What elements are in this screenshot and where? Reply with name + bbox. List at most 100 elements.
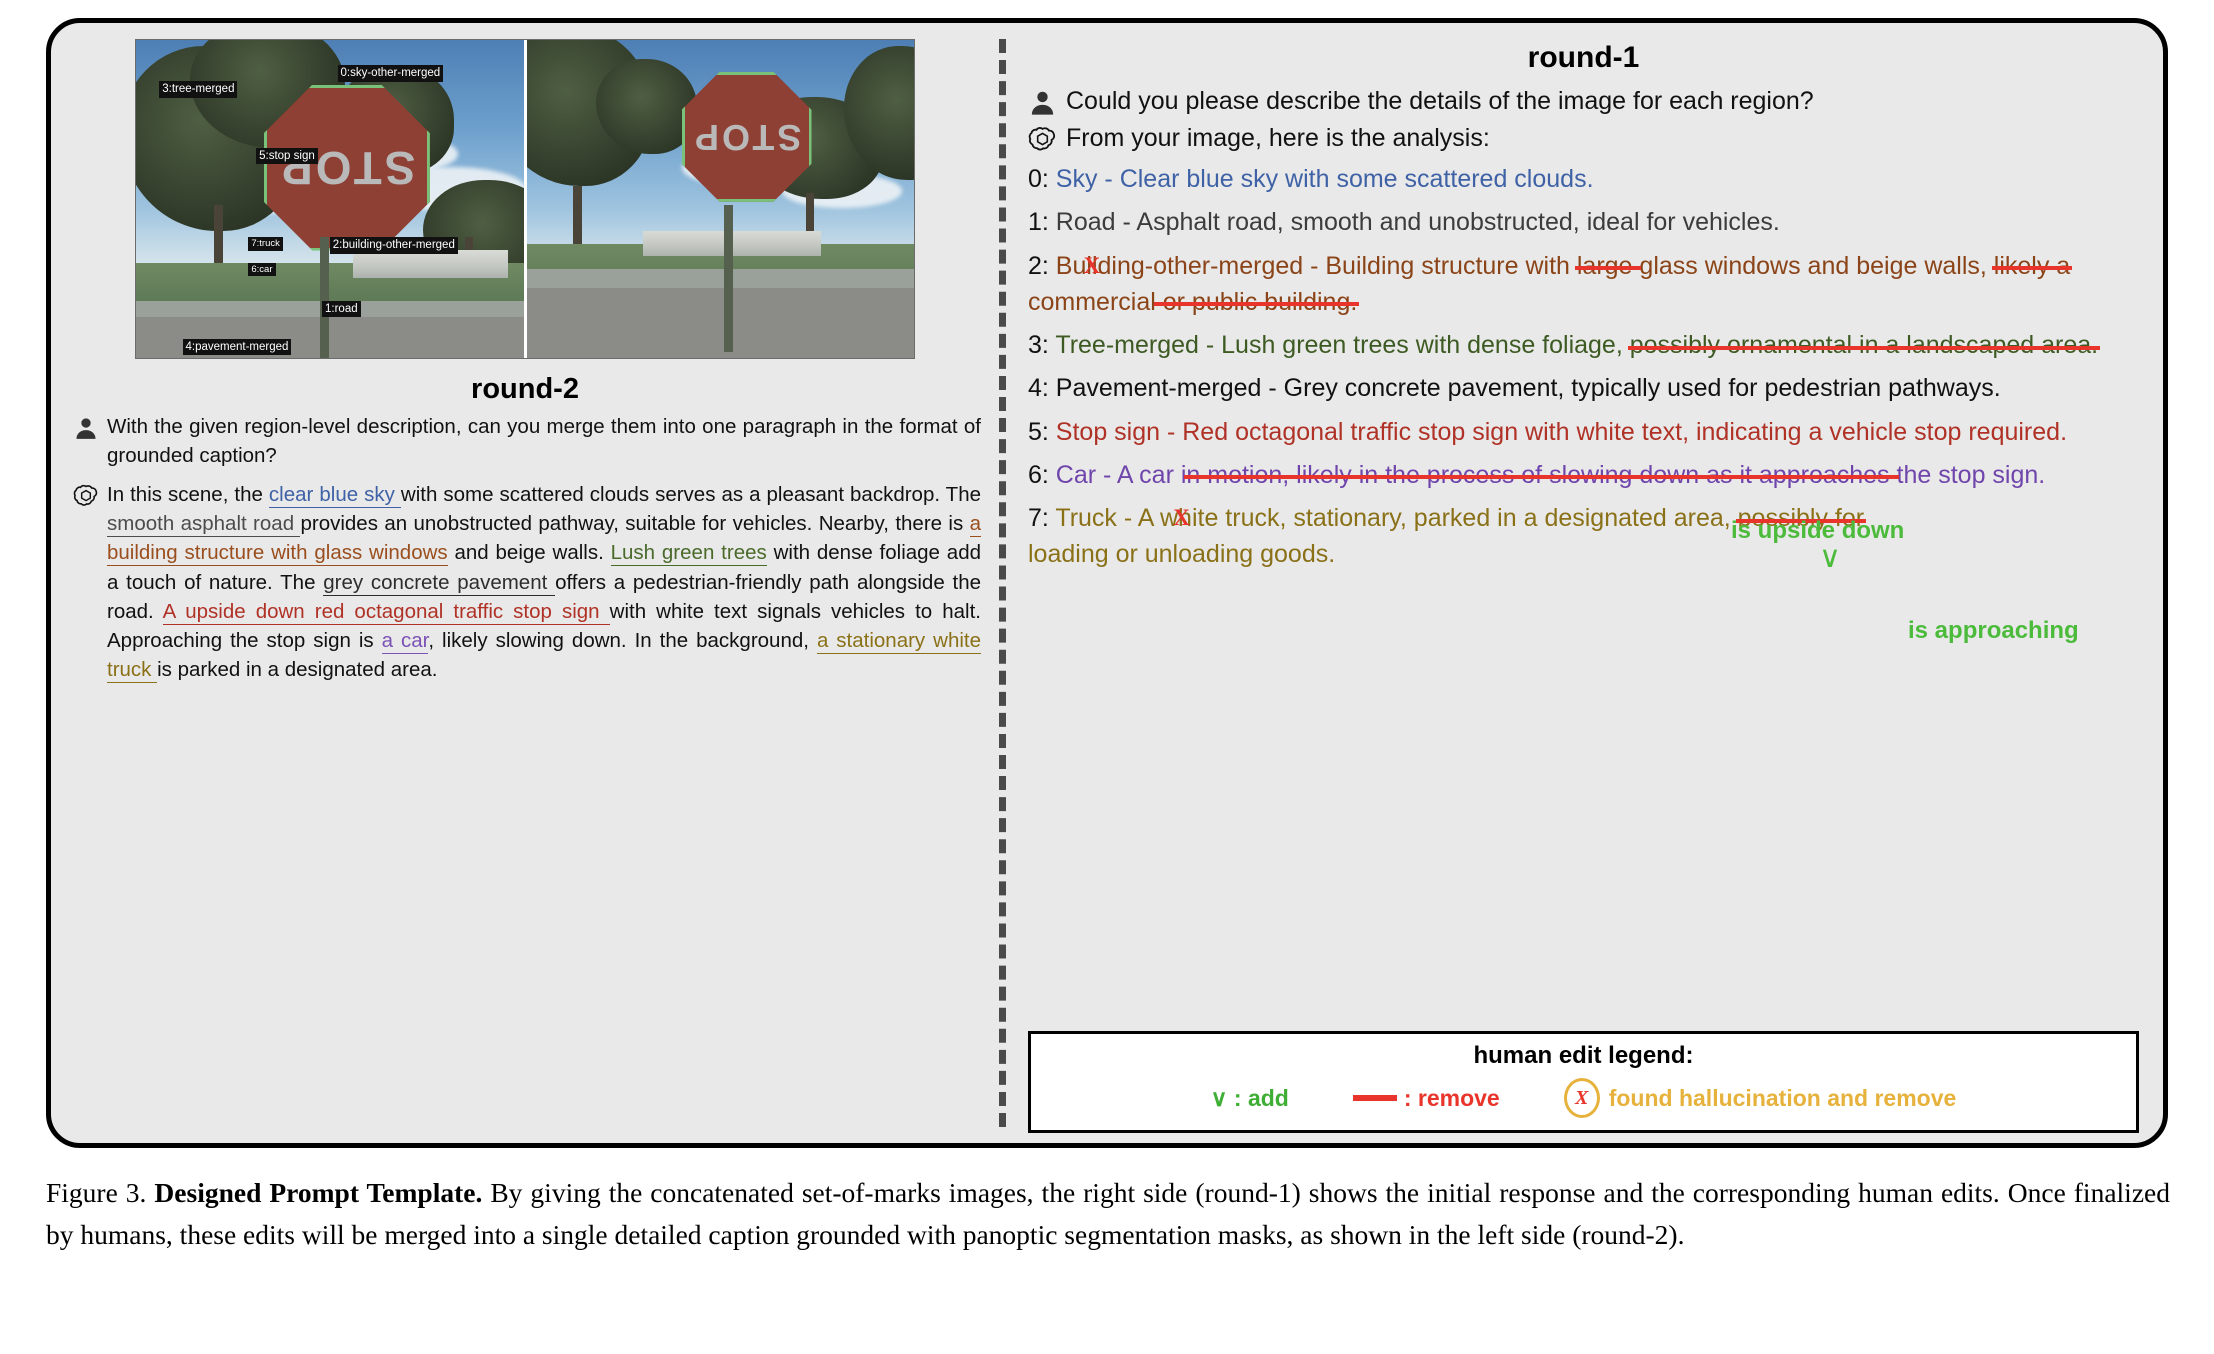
grounded-phrase: smooth asphalt road: [107, 512, 301, 538]
caption-text: is parked in a designated area.: [157, 657, 438, 681]
openai-logo-icon: [73, 485, 98, 507]
figure-caption: Figure 3. Designed Prompt Template. By g…: [46, 1172, 2170, 1256]
caption-text: and beige walls.: [447, 541, 611, 565]
removed-text: large: [1576, 251, 1640, 280]
som-label-building: 2:building-other-merged: [329, 237, 458, 254]
round2-grounded-caption: In this scene, the clear blue sky with s…: [107, 480, 982, 684]
panel-divider: [999, 39, 1006, 1127]
figure-bold-title: Designed Prompt Template.: [154, 1177, 483, 1208]
round1-user-text: Could you please describe the details of…: [1066, 87, 1814, 115]
region-index: 5:: [1028, 417, 1049, 446]
region-item: 4: Pavement-merged - Grey concrete pavem…: [1028, 370, 2139, 406]
round2-assistant-message: In this scene, the clear blue sky with s…: [61, 480, 989, 684]
stop-sign-plain: STOP: [681, 71, 812, 202]
som-label-car: 6:car: [248, 262, 276, 277]
caption-text: with some scattered clouds serves as a p…: [400, 483, 982, 507]
region-item: 0: Sky - Clear blue sky with some scatte…: [1028, 161, 2139, 197]
region-item: 5: Stop sign - Red octagonal traffic sto…: [1028, 414, 2139, 450]
som-image-plain: STOP: [523, 40, 914, 358]
som-label-stopsign: 5:stop sign: [256, 148, 318, 165]
round1-user-message: Could you please describe the details of…: [1028, 85, 2139, 118]
removed-text: n motion, likely in the process of slowi…: [1186, 460, 1897, 489]
prompt-template-card: STOP 3:tree-merged 0:sky-other-merged 5:…: [46, 18, 2168, 1148]
region-text: Tree-merged - Lush green trees with dens…: [1049, 331, 2098, 359]
legend-title: human edit legend:: [1473, 1042, 1694, 1069]
region-item: 1: Road - Asphalt road, smooth and unobs…: [1028, 204, 2139, 240]
region-description-list: 0: Sky - Clear blue sky with some scatte…: [1014, 161, 2139, 582]
round2-title: round-2: [471, 373, 579, 405]
legend-hallucination-entry: X found hallucination and remove: [1563, 1078, 1956, 1118]
caption-text: provides an unobstructed pathway, suitab…: [300, 512, 970, 536]
region-index: 1:: [1028, 208, 1049, 237]
caption-text: , likely slowing down. In the background…: [428, 628, 817, 652]
region-index: 3:: [1028, 331, 1049, 359]
region-item: 7: Truck - A white truck, stationary, pa…: [1014, 500, 2139, 582]
user-avatar-icon: [76, 418, 96, 439]
openai-logo-icon: [1028, 126, 1056, 150]
left-panel-round2: STOP 3:tree-merged 0:sky-other-merged 5:…: [51, 23, 999, 1143]
round1-assistant-text: From your image, here is the analysis:: [1066, 123, 1490, 152]
region-segment: Car - A car i: [1048, 460, 1187, 489]
user-avatar-icon: [1031, 91, 1054, 115]
region-segment: the stop sign.: [1896, 460, 2046, 489]
removed-text: likely a: [1993, 251, 2071, 280]
legend-add-entry: ∨ : add: [1210, 1084, 1289, 1111]
region-segment: Sky - Clear blue sky with some scattered…: [1048, 165, 1594, 193]
region-segment: Truck - A white truck, stationary, parke…: [1048, 504, 1738, 532]
region-text: Stop sign - Red octagonal traffic stop s…: [1049, 418, 2067, 446]
addition-is-approaching: is approaching: [1908, 617, 2079, 644]
x-circle-icon: X: [1563, 1078, 1600, 1118]
som-image-front: STOP 3:tree-merged 0:sky-other-merged 5:…: [136, 40, 524, 358]
hallucination-x-icon: X: [1173, 505, 1190, 531]
hallucination-ellipse: loading or unloading goods. X: [1014, 506, 1349, 582]
som-label-tree: 3:tree-merged: [159, 81, 238, 98]
round2-user-text: With the given region-level description,…: [107, 415, 981, 468]
grounded-phrase: A upside down red octagonal traffic stop…: [162, 599, 610, 625]
human-edit-legend: human edit legend: ∨ : add : remove X fo…: [1028, 1031, 2139, 1133]
region-segment: Tree-merged - Lush green trees with dens…: [1048, 331, 1630, 359]
right-panel-round1: round-1 Could you please describe the de…: [1006, 23, 2163, 1143]
round1-title: round-1: [1527, 41, 1640, 74]
hallucination-ellipse: commercial X: [1015, 254, 1169, 330]
region-segment: Road - Asphalt road, smooth and unobstru…: [1048, 208, 1780, 237]
round1-assistant-intro: From your image, here is the analysis:: [1028, 122, 2139, 155]
region-index: 6:: [1028, 460, 1049, 489]
region-item: 3: Tree-merged - Lush green trees with d…: [1028, 327, 2139, 363]
removed-text: or public building.: [1155, 287, 1358, 316]
set-of-marks-images: STOP 3:tree-merged 0:sky-other-merged 5:…: [135, 39, 915, 359]
region-text: Pavement-merged - Grey concrete pavement…: [1049, 374, 2001, 402]
stop-sign-mask: STOP: [263, 84, 430, 251]
region-index: 2:: [1028, 251, 1049, 280]
addition-upside-down: is upside down ∨: [1731, 517, 1905, 574]
remove-bar-icon: [1352, 1095, 1397, 1101]
hallucination-x-icon: X: [1083, 252, 1101, 278]
region-segment: Building-other-merged - Building structu…: [1048, 251, 1577, 280]
region-text: Sky - Clear blue sky with some scattered…: [1049, 165, 1594, 193]
legend-remove-entry: : remove: [1352, 1085, 1500, 1112]
region-item: 6: Car - A car in motion, likely in the …: [1028, 457, 2139, 493]
region-segment: glass windows and beige walls,: [1639, 251, 1994, 280]
som-label-pavement: 4:pavement-merged: [182, 338, 292, 356]
grounded-phrase: clear blue sky: [268, 483, 401, 509]
region-segment: Stop sign - Red octagonal traffic stop s…: [1048, 417, 2068, 446]
region-text: Car - A car in motion, likely in the pro…: [1049, 461, 2045, 489]
grounded-phrase: Lush green trees: [610, 541, 767, 567]
figure-label: Figure 3.: [46, 1177, 147, 1208]
removed-text: possibly ornamental in a landscaped area…: [1629, 331, 2099, 359]
stop-sign-text-plain: STOP: [691, 116, 802, 158]
som-label-road: 1:road: [322, 300, 361, 318]
region-text: Building-other-merged - Building structu…: [1015, 251, 2071, 330]
grounded-phrase: grey concrete pavement: [323, 570, 556, 596]
caption-text: In this scene, the: [107, 483, 269, 507]
region-item: 2: Building-other-merged - Building stru…: [1015, 248, 2139, 330]
region-index: 0:: [1028, 165, 1049, 193]
som-label-sky: 0:sky-other-merged: [337, 65, 444, 82]
region-index: 4:: [1028, 374, 1049, 403]
round2-user-message: With the given region-level description,…: [61, 412, 989, 470]
region-index: 7:: [1028, 504, 1049, 532]
som-label-truck: 7:truck: [248, 237, 283, 252]
region-segment: Pavement-merged - Grey concrete pavement…: [1048, 374, 2001, 403]
region-text: Road - Asphalt road, smooth and unobstru…: [1049, 208, 1780, 236]
insert-caret-icon: ∨: [1819, 541, 1841, 574]
grounded-phrase: a car: [381, 628, 429, 654]
